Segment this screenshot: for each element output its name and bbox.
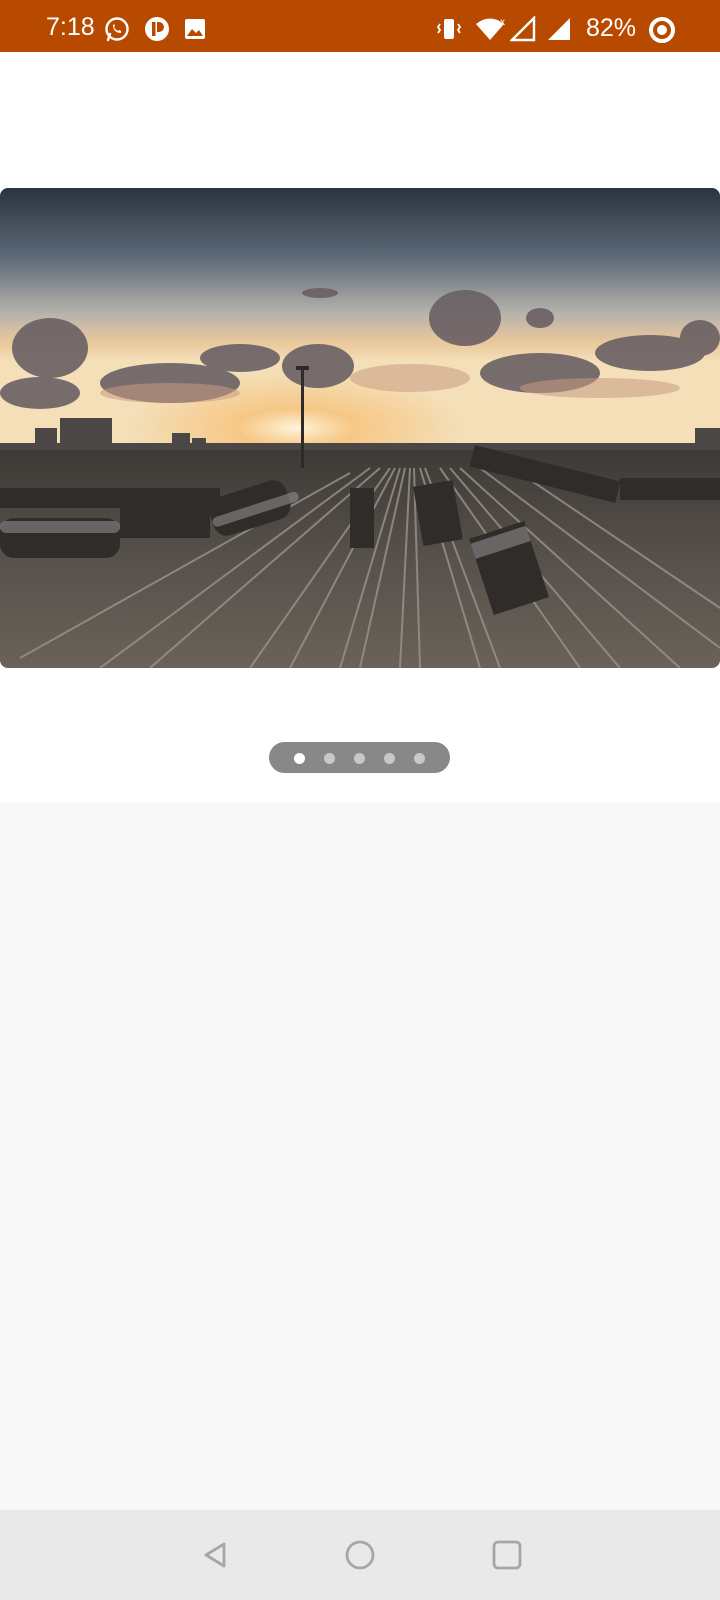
recents-button[interactable] (482, 1530, 532, 1580)
back-icon (204, 1542, 226, 1568)
battery-icon (648, 16, 676, 49)
page-dot-1[interactable] (294, 753, 305, 764)
signal-icon (546, 16, 572, 47)
railway-yard-photo (0, 188, 720, 668)
carousel-page-indicator[interactable] (269, 742, 450, 773)
whatsapp-icon (104, 16, 130, 47)
status-bar: 7:18 x 82% (0, 0, 720, 52)
battery-percent: 82% (586, 14, 637, 42)
back-button[interactable] (190, 1530, 240, 1580)
page-dot-2[interactable] (324, 753, 335, 764)
vibrate-icon (436, 16, 462, 47)
page-dot-4[interactable] (384, 753, 395, 764)
recents-icon (492, 1540, 522, 1570)
page-dot-5[interactable] (414, 753, 425, 764)
svg-text:x: x (500, 17, 505, 28)
page-dot-3[interactable] (354, 753, 365, 764)
app-notification-icon (144, 16, 170, 47)
wifi-icon: x (474, 16, 506, 47)
system-nav-bar (0, 1510, 720, 1600)
home-icon (345, 1540, 375, 1570)
status-time: 7:18 (46, 13, 95, 41)
signal-icon (509, 15, 536, 47)
content-area (0, 803, 720, 1510)
home-button[interactable] (335, 1530, 385, 1580)
gallery-icon (184, 18, 206, 45)
carousel-slide-image[interactable] (0, 188, 720, 668)
